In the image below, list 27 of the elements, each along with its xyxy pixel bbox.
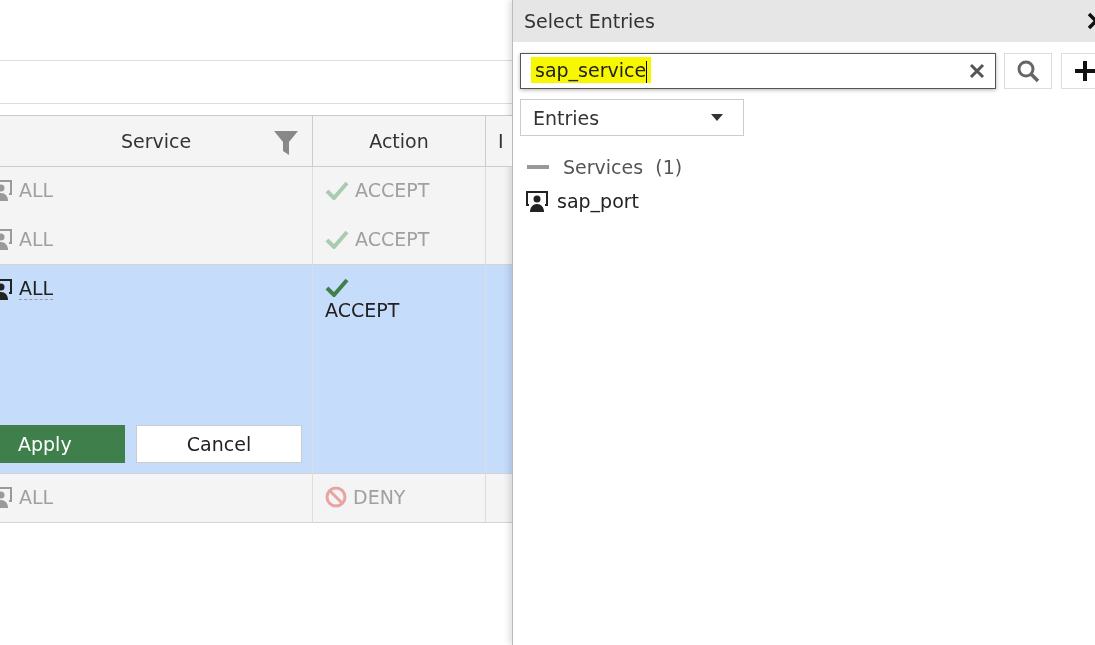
service-name: ALL <box>19 228 54 250</box>
clear-icon[interactable] <box>969 63 985 79</box>
tree-group-label[interactable]: Services (1) <box>563 156 683 178</box>
search-icon <box>1016 59 1040 83</box>
cancel-button[interactable]: Cancel <box>136 425 302 463</box>
action-label: ACCEPT <box>355 179 430 201</box>
action-label: DENY <box>353 486 406 508</box>
service-icon <box>525 190 549 212</box>
plus-icon <box>1074 60 1095 82</box>
search-button[interactable] <box>1004 53 1052 89</box>
action-label: ACCEPT <box>325 299 401 321</box>
service-name: ALL <box>19 486 54 508</box>
add-button[interactable] <box>1061 53 1095 89</box>
column-header[interactable]: Action <box>313 116 486 167</box>
column-header[interactable]: I <box>486 116 512 167</box>
panel-title: Select Entries <box>524 10 655 32</box>
apply-button[interactable]: Apply <box>0 425 125 463</box>
caret-icon <box>711 114 723 121</box>
service-name: ALL <box>19 277 54 300</box>
service-name: ALL <box>19 179 54 201</box>
column-header[interactable]: Service <box>0 116 313 167</box>
entries-dropdown[interactable]: Entries <box>520 99 744 136</box>
search-field[interactable]: sap_service <box>520 53 996 89</box>
table-cell[interactable]: ALL Apply Cancel <box>0 265 313 474</box>
action-label: ACCEPT <box>355 228 430 250</box>
tree-item[interactable]: sap_port <box>557 190 640 212</box>
filter-icon[interactable] <box>274 131 298 155</box>
